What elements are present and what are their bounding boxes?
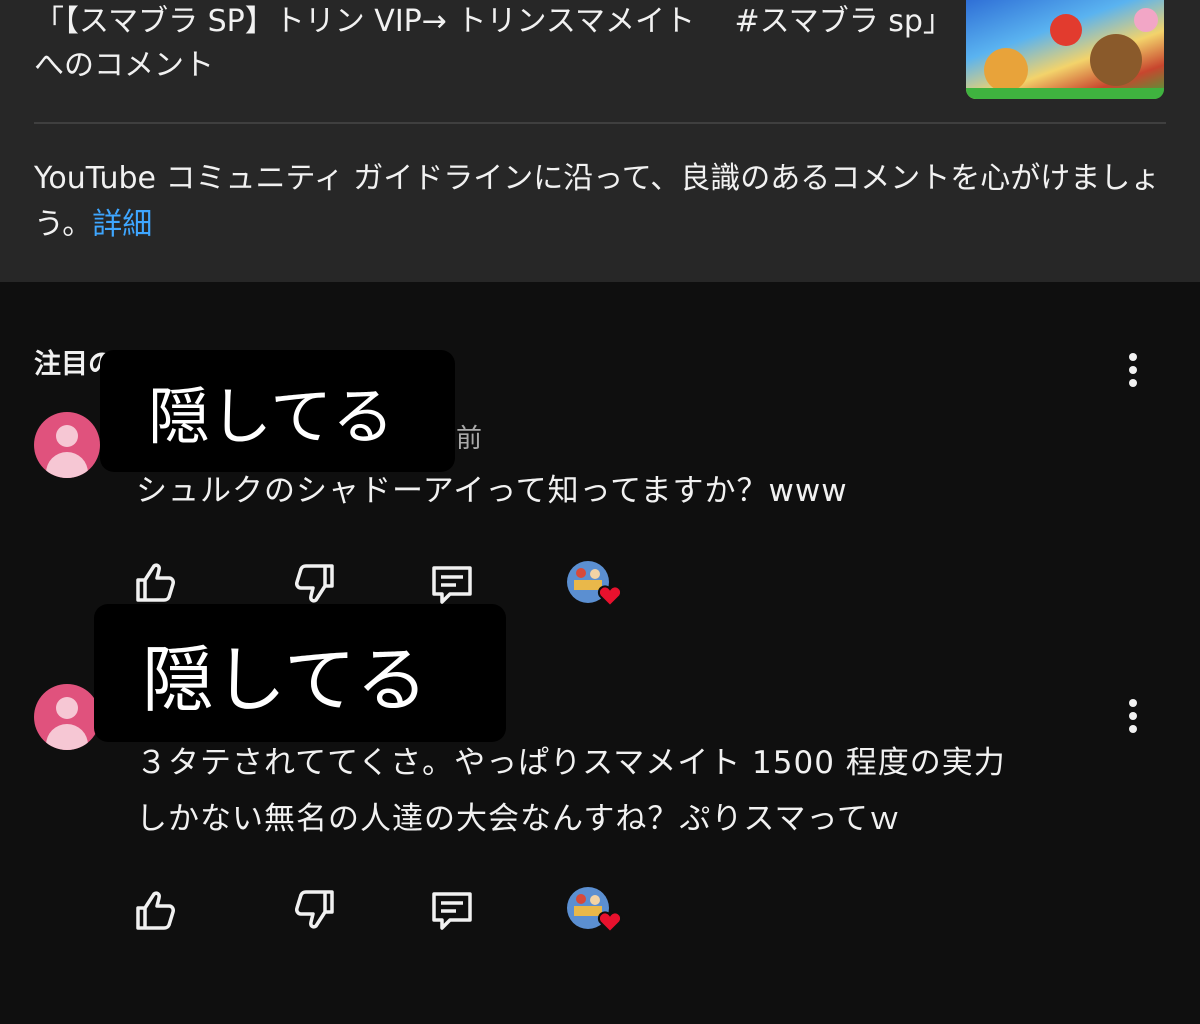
comment-text-line-2: しかない無名の人達の大会なんすね？ぷりスマってｗ [136, 801, 901, 837]
commenter-avatar[interactable] [34, 412, 100, 478]
redaction-box: 隠してる [100, 350, 455, 472]
thumbs-up-icon[interactable] [132, 558, 180, 606]
redaction-box: 隠してる [94, 604, 506, 742]
community-guideline-notice: YouTube コミュニティ ガイドラインに沿って、良識のあるコメントを心がけま… [34, 156, 1174, 248]
creator-heart-avatar [567, 887, 623, 934]
thumbs-down-icon[interactable] [290, 560, 338, 608]
comment-text-line-1: ３タテされててくさ。やっぱりスマメイト 1500 程度の実力 [136, 745, 1006, 781]
header-panel: 「【スマブラ SP】トリン VIP→ トリンスマメイト #スマブラ sp」 への… [0, 0, 1200, 282]
creator-heart-avatar [567, 561, 623, 608]
video-thumbnail[interactable] [966, 0, 1164, 99]
guideline-details-link[interactable]: 詳細 [92, 207, 152, 242]
more-vertical-icon[interactable] [1118, 696, 1148, 736]
guideline-text: YouTube コミュニティ ガイドラインに沿って、良識のあるコメントを心がけま… [34, 161, 1161, 242]
thumbs-down-icon[interactable] [290, 886, 338, 934]
comment-text: シュルクのシャドーアイって知ってますか？www [136, 473, 848, 509]
video-title: 「【スマブラ SP】トリン VIP→ トリンスマメイト #スマブラ sp」 への… [34, 4, 953, 83]
reply-comment-icon[interactable] [428, 560, 476, 608]
thumbs-up-icon[interactable] [132, 886, 180, 934]
commenter-avatar[interactable] [34, 684, 100, 750]
reply-comment-icon[interactable] [428, 886, 476, 934]
header-divider [34, 122, 1166, 124]
more-vertical-icon[interactable] [1118, 350, 1148, 390]
